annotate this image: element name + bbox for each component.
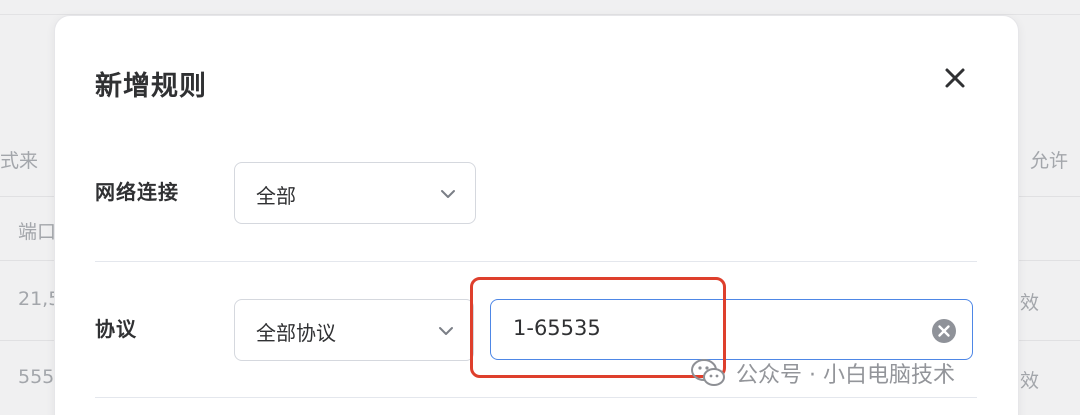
network-connection-select[interactable]: 全部	[234, 162, 476, 224]
section-divider	[95, 261, 977, 262]
protocol-select[interactable]: 全部协议	[234, 299, 474, 361]
chevron-down-icon	[441, 190, 455, 198]
background-row-cell: 效	[1020, 370, 1040, 392]
network-connection-label: 网络连接	[95, 180, 179, 204]
section-divider	[95, 397, 977, 398]
clear-circle-icon	[932, 319, 956, 343]
wechat-icon	[691, 359, 725, 386]
background-row-header: 端口	[18, 221, 57, 243]
network-connection-value: 全部	[256, 184, 296, 208]
background-column-header-left: 式来	[0, 150, 39, 172]
close-icon	[945, 68, 965, 88]
watermark-text: 公众号 · 小白电脑技术	[736, 363, 955, 388]
chevron-down-icon	[439, 327, 453, 335]
background-row-cell: 效	[1020, 292, 1040, 314]
annotation-highlight-box	[470, 277, 726, 378]
protocol-label: 协议	[95, 317, 137, 341]
dialog-title: 新增规则	[95, 71, 207, 102]
protocol-value: 全部协议	[256, 321, 336, 345]
background-column-header-right: 允许	[1030, 150, 1069, 172]
background-row-cell: 555	[18, 366, 55, 388]
close-button[interactable]	[939, 62, 971, 94]
clear-input-button[interactable]	[931, 318, 957, 344]
watermark: 公众号 · 小白电脑技术	[690, 355, 955, 391]
